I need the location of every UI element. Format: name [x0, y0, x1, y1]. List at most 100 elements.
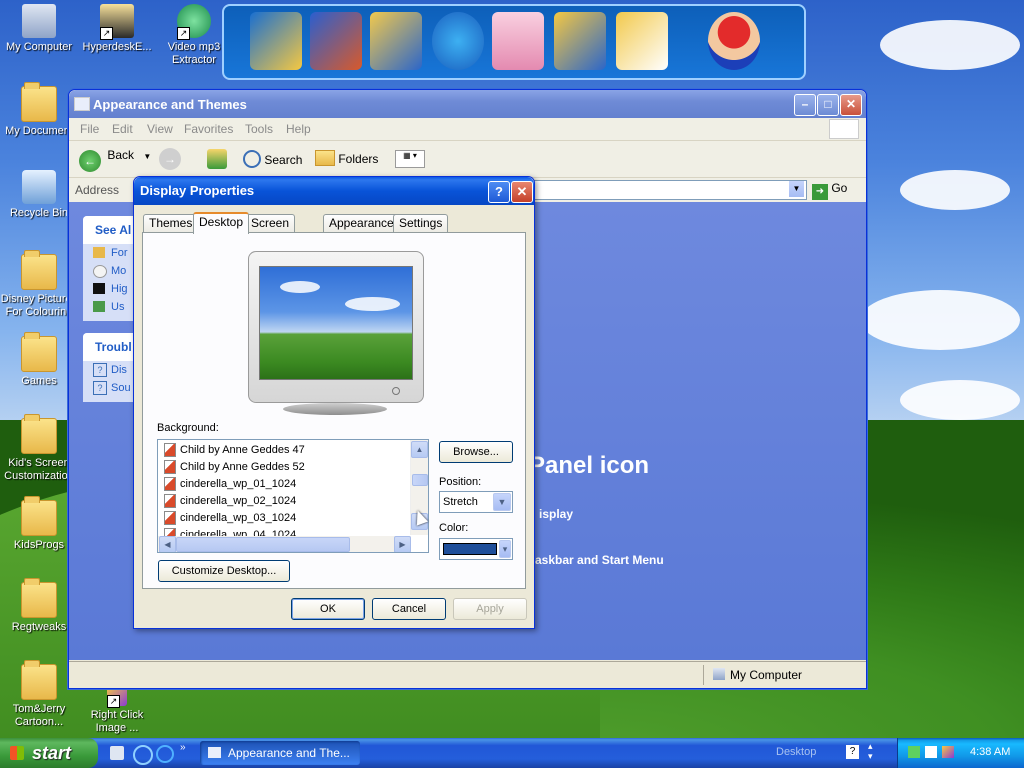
star-folder-icon[interactable] — [554, 12, 606, 70]
menu-favorites[interactable]: Favorites — [184, 122, 233, 136]
scroll-right-button[interactable]: ▶ — [394, 536, 411, 552]
list-item[interactable]: cinderella_wp_02_1024 — [164, 493, 296, 510]
toolbar-arrows-icon[interactable]: ▴ ▾ — [868, 741, 873, 761]
browse-button[interactable]: Browse... — [439, 441, 513, 463]
globe-icon[interactable] — [432, 12, 484, 70]
ok-button[interactable]: OK — [291, 598, 365, 620]
show-desktop-icon[interactable] — [110, 746, 124, 760]
help-tray-icon[interactable]: ? — [846, 745, 859, 759]
menu-file[interactable]: File — [80, 122, 99, 136]
task-link-display[interactable]: isplay — [539, 507, 573, 521]
status-location: My Computer — [730, 668, 803, 682]
star-book-icon[interactable] — [370, 12, 422, 70]
desktop-icon-recycle-bin[interactable]: Recycle Bin — [0, 170, 78, 220]
desktop-icon-regtweaks[interactable]: Regtweaks — [0, 578, 78, 634]
high-contrast-icon — [93, 283, 105, 294]
image-file-icon — [164, 443, 176, 458]
desktop-icon-my-documents[interactable]: My Document — [0, 82, 78, 138]
tray-network-icon[interactable] — [908, 746, 920, 758]
menu-edit[interactable]: Edit — [112, 122, 133, 136]
up-folder-icon[interactable] — [207, 149, 227, 169]
documents-folder-icon — [21, 82, 57, 122]
minimize-button[interactable]: – — [794, 94, 816, 116]
list-item[interactable]: Child by Anne Geddes 47 — [164, 442, 305, 459]
mario-icon[interactable] — [708, 12, 760, 70]
desktop-icon-right-click-image[interactable]: ↗ Right Click Image ... — [78, 686, 156, 735]
wizard-hat-icon[interactable] — [310, 12, 362, 70]
menu-tools[interactable]: Tools — [245, 122, 273, 136]
desktop-icon-hyperdesk[interactable]: ↗ HyperdeskE... — [78, 4, 156, 54]
tab-themes[interactable]: Themes — [143, 214, 199, 232]
explorer-titlebar[interactable]: Appearance and Themes – □ ✕ — [69, 90, 866, 118]
magic-wand-icon[interactable] — [250, 12, 302, 70]
forward-button[interactable]: → — [159, 148, 181, 170]
taskbar-button-appearance[interactable]: Appearance and The... — [200, 741, 360, 765]
address-dropdown[interactable]: ▼ — [789, 181, 804, 197]
explorer-small-icon — [208, 747, 221, 758]
desktop-icon-kids-screen[interactable]: Kid's Screen Customization — [0, 414, 78, 483]
tray-wand-icon[interactable] — [942, 746, 954, 758]
tab-settings[interactable]: Settings — [393, 214, 449, 232]
tab-screen-saver[interactable]: Screen Saver — [245, 214, 296, 247]
scroll-up-button[interactable]: ▲ — [411, 441, 428, 458]
desktop-icon-my-computer[interactable]: My Computer — [0, 4, 78, 54]
mouse-icon — [93, 265, 107, 278]
desktop-icon-label: KidsProgs — [13, 539, 65, 551]
color-picker-button[interactable]: ▾ — [439, 538, 513, 560]
list-item[interactable]: Child by Anne Geddes 52 — [164, 459, 305, 476]
chevron-down-icon: ▾ — [499, 540, 511, 558]
clock[interactable]: 4:38 AM — [970, 746, 1010, 758]
start-button[interactable]: start — [0, 738, 98, 768]
list-item[interactable]: cinderella_wp_03_1024 — [164, 510, 296, 527]
desktop-icon-video-mp3[interactable]: ↗ Video mp3 Extractor — [155, 4, 233, 67]
cancel-button[interactable]: Cancel — [372, 598, 446, 620]
menu-help[interactable]: Help — [286, 122, 311, 136]
calendar-icon[interactable] — [492, 12, 544, 70]
star-book2-icon[interactable] — [616, 12, 668, 70]
horizontal-scrollbar[interactable]: ◀ ▶ — [158, 536, 411, 552]
desktop-icon-disney-pictures[interactable]: Disney Pictures For Colouring — [0, 250, 78, 319]
desktop-icon-label: Recycle Bin — [9, 207, 69, 219]
task-link-taskbar[interactable]: askbar and Start Menu — [535, 553, 664, 567]
icon-dock — [222, 4, 806, 80]
desktop-icon-label: Disney Pictures For Colouring — [0, 293, 78, 318]
apply-button[interactable]: Apply — [453, 598, 527, 620]
chevron-down-icon: ▼ — [143, 152, 152, 161]
position-select[interactable]: Stretch ▼ — [439, 491, 513, 513]
help-icon: ? — [93, 381, 107, 395]
views-button[interactable]: ▦ ▾ — [395, 150, 425, 168]
go-button[interactable]: ➜ Go — [812, 181, 847, 200]
horizontal-scroll-thumb[interactable] — [176, 537, 350, 552]
color-label: Color: — [439, 522, 469, 534]
start-label: start — [32, 743, 72, 763]
customize-desktop-button[interactable]: Customize Desktop... — [158, 560, 290, 582]
vertical-scroll-thumb[interactable] — [412, 474, 428, 486]
dialog-titlebar[interactable]: Display Properties ? ✕ — [134, 177, 534, 205]
windows-logo-icon — [10, 746, 24, 760]
desktop-icon-kidsprogs[interactable]: KidsProgs — [0, 496, 78, 552]
my-computer-small-icon — [713, 668, 725, 680]
scroll-left-button[interactable]: ◀ — [159, 536, 176, 552]
ie-alt-icon[interactable] — [156, 745, 174, 763]
back-button[interactable]: ← Back ▼ — [79, 148, 151, 172]
search-button[interactable]: Search — [243, 150, 302, 168]
close-button[interactable]: ✕ — [840, 94, 862, 116]
list-item[interactable]: cinderella_wp_01_1024 — [164, 476, 296, 493]
desktop-icon-games[interactable]: Games — [0, 332, 78, 388]
folder-icon — [21, 414, 57, 454]
tab-desktop[interactable]: Desktop — [193, 212, 250, 234]
tab-appearance[interactable]: Appearance — [323, 214, 400, 232]
desktop-tab-panel: Background: Child by Anne Geddes 47 Chil… — [142, 232, 526, 589]
ie-icon[interactable] — [133, 745, 153, 765]
quick-launch-expand-icon[interactable]: » — [180, 742, 186, 753]
dialog-close-button[interactable]: ✕ — [511, 181, 533, 203]
desktop-icon-label: Right Click Image ... — [90, 709, 144, 734]
background-list[interactable]: Child by Anne Geddes 47 Child by Anne Ge… — [157, 439, 429, 553]
help-button[interactable]: ? — [488, 181, 510, 203]
desktop-toolbar-label[interactable]: Desktop — [776, 746, 816, 758]
tray-display-icon[interactable] — [925, 746, 937, 758]
desktop-icon-tom-jerry[interactable]: Tom&Jerry Cartoon... — [0, 660, 78, 729]
maximize-button[interactable]: □ — [817, 94, 839, 116]
menu-view[interactable]: View — [147, 122, 173, 136]
folders-button[interactable]: Folders — [315, 150, 378, 166]
